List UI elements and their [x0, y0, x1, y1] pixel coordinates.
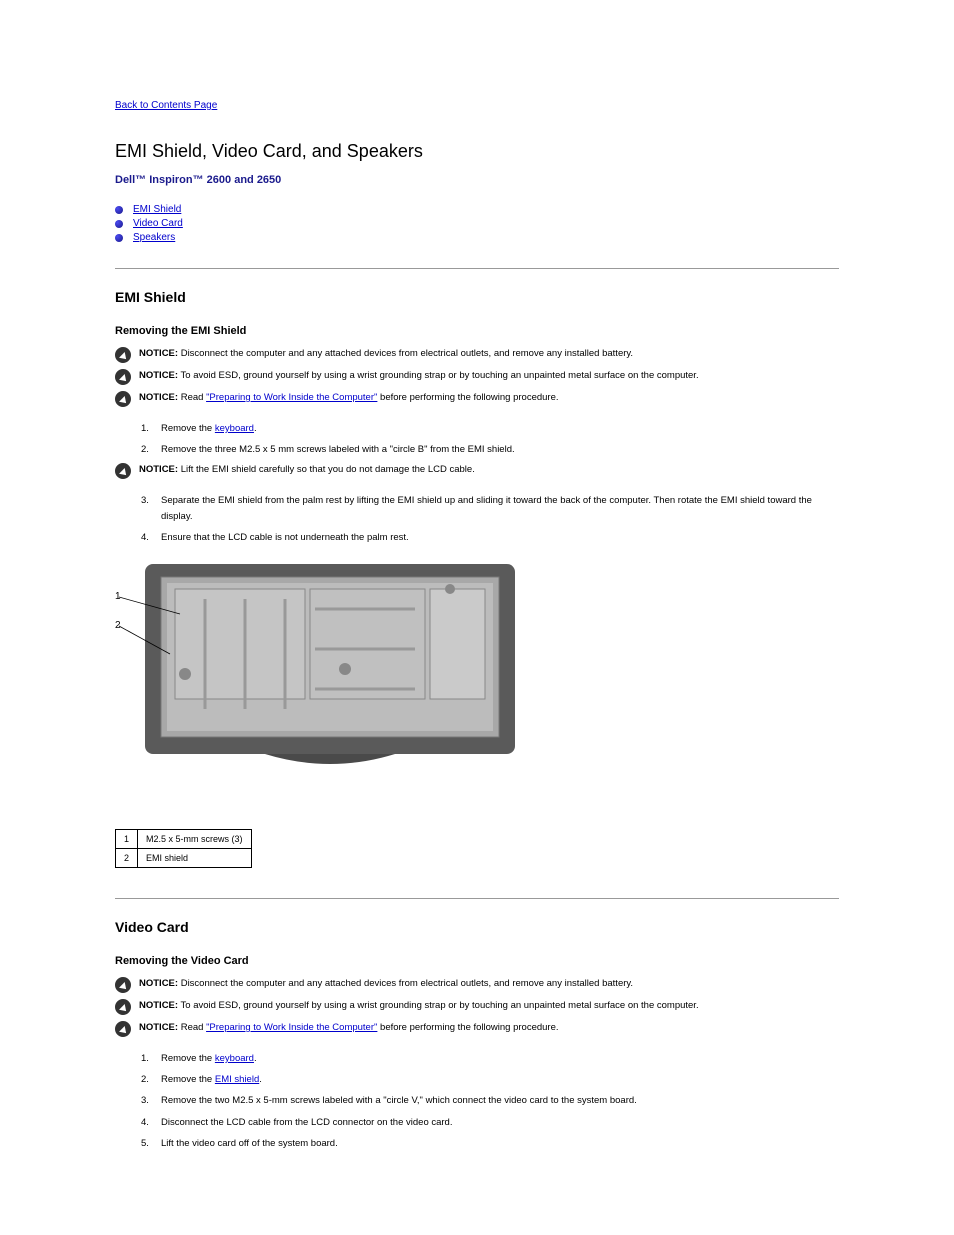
step: 5.Lift the video card off of the system …	[141, 1136, 839, 1151]
step: 4.Disconnect the LCD cable from the LCD …	[141, 1115, 839, 1130]
notice-text: NOTICE: Lift the EMI shield carefully so…	[139, 463, 475, 477]
notice-icon	[115, 999, 131, 1015]
emi-link[interactable]: EMI shield	[215, 1074, 259, 1085]
legend-label: EMI shield	[138, 848, 252, 867]
step: 1.Remove the keyboard.	[141, 1051, 839, 1066]
notice-icon	[115, 463, 131, 479]
toc-link[interactable]: EMI Shield	[133, 204, 181, 215]
notice: NOTICE: Read "Preparing to Work Inside t…	[115, 391, 839, 407]
prep-link[interactable]: "Preparing to Work Inside the Computer"	[206, 1022, 377, 1033]
notice-text: NOTICE: Read "Preparing to Work Inside t…	[139, 1021, 559, 1035]
notice-text: NOTICE: Disconnect the computer and any …	[139, 347, 633, 361]
notice-icon	[115, 1021, 131, 1037]
legend-num: 2	[116, 848, 138, 867]
notice: NOTICE: Disconnect the computer and any …	[115, 977, 839, 993]
divider	[115, 898, 839, 899]
notice-icon	[115, 391, 131, 407]
legend-table: 1 M2.5 x 5-mm screws (3) 2 EMI shield	[115, 829, 252, 868]
callout-2: 2	[115, 620, 121, 631]
subtitle: Dell™ Inspiron™ 2600 and 2650	[115, 174, 839, 186]
table-row: 2 EMI shield	[116, 848, 252, 867]
keyboard-link[interactable]: keyboard	[215, 423, 254, 434]
toc-item-emi[interactable]: EMI Shield	[115, 204, 839, 215]
section-title-emi: EMI Shield	[115, 289, 839, 305]
steps-emi: 1.Remove the keyboard. 2.Remove the thre…	[141, 421, 839, 457]
legend-label: M2.5 x 5-mm screws (3)	[138, 829, 252, 848]
notice: NOTICE: Disconnect the computer and any …	[115, 347, 839, 363]
step: 4.Ensure that the LCD cable is not under…	[141, 530, 839, 545]
notice: NOTICE: Lift the EMI shield carefully so…	[115, 463, 839, 479]
bullet-icon	[115, 234, 123, 242]
bullet-icon	[115, 220, 123, 228]
subsection-remove-emi: Removing the EMI Shield	[115, 325, 839, 337]
figure-emi-shield: 1 2 1 M2.5 x 5-mm screws (3) 2 EMI shiel…	[115, 559, 839, 868]
page-title: EMI Shield, Video Card, and Speakers	[115, 141, 839, 162]
keyboard-link[interactable]: keyboard	[215, 1053, 254, 1064]
toc-link[interactable]: Video Card	[133, 218, 183, 229]
callout-1: 1	[115, 591, 121, 602]
laptop-diagram	[115, 559, 515, 789]
notice-text: NOTICE: Disconnect the computer and any …	[139, 977, 633, 991]
notice: NOTICE: Read "Preparing to Work Inside t…	[115, 1021, 839, 1037]
toc-link[interactable]: Speakers	[133, 232, 175, 243]
notice-text: NOTICE: To avoid ESD, ground yourself by…	[139, 999, 699, 1013]
prep-link[interactable]: "Preparing to Work Inside the Computer"	[206, 392, 377, 403]
steps-emi-cont: 3.Separate the EMI shield from the palm …	[141, 493, 839, 545]
back-link[interactable]: Back to Contents Page	[115, 100, 839, 111]
notice-icon	[115, 347, 131, 363]
section-title-video: Video Card	[115, 919, 839, 935]
step: 1.Remove the keyboard.	[141, 421, 839, 436]
notice-text: NOTICE: To avoid ESD, ground yourself by…	[139, 369, 699, 383]
bullet-icon	[115, 206, 123, 214]
notice: NOTICE: To avoid ESD, ground yourself by…	[115, 369, 839, 385]
step: 2.Remove the EMI shield.	[141, 1072, 839, 1087]
subsection-remove-video: Removing the Video Card	[115, 955, 839, 967]
back-link-anchor[interactable]: Back to Contents Page	[115, 100, 217, 111]
legend-num: 1	[116, 829, 138, 848]
notice: NOTICE: To avoid ESD, ground yourself by…	[115, 999, 839, 1015]
steps-video: 1.Remove the keyboard. 2.Remove the EMI …	[141, 1051, 839, 1151]
divider	[115, 268, 839, 269]
step: 3.Separate the EMI shield from the palm …	[141, 493, 839, 523]
step: 2.Remove the three M2.5 x 5 mm screws la…	[141, 442, 839, 457]
table-row: 1 M2.5 x 5-mm screws (3)	[116, 829, 252, 848]
notice-text: NOTICE: Read "Preparing to Work Inside t…	[139, 391, 559, 405]
notice-icon	[115, 977, 131, 993]
table-of-contents: EMI Shield Video Card Speakers	[115, 204, 839, 243]
toc-item-speakers[interactable]: Speakers	[115, 232, 839, 243]
notice-icon	[115, 369, 131, 385]
step: 3.Remove the two M2.5 x 5-mm screws labe…	[141, 1093, 839, 1108]
toc-item-video[interactable]: Video Card	[115, 218, 839, 229]
